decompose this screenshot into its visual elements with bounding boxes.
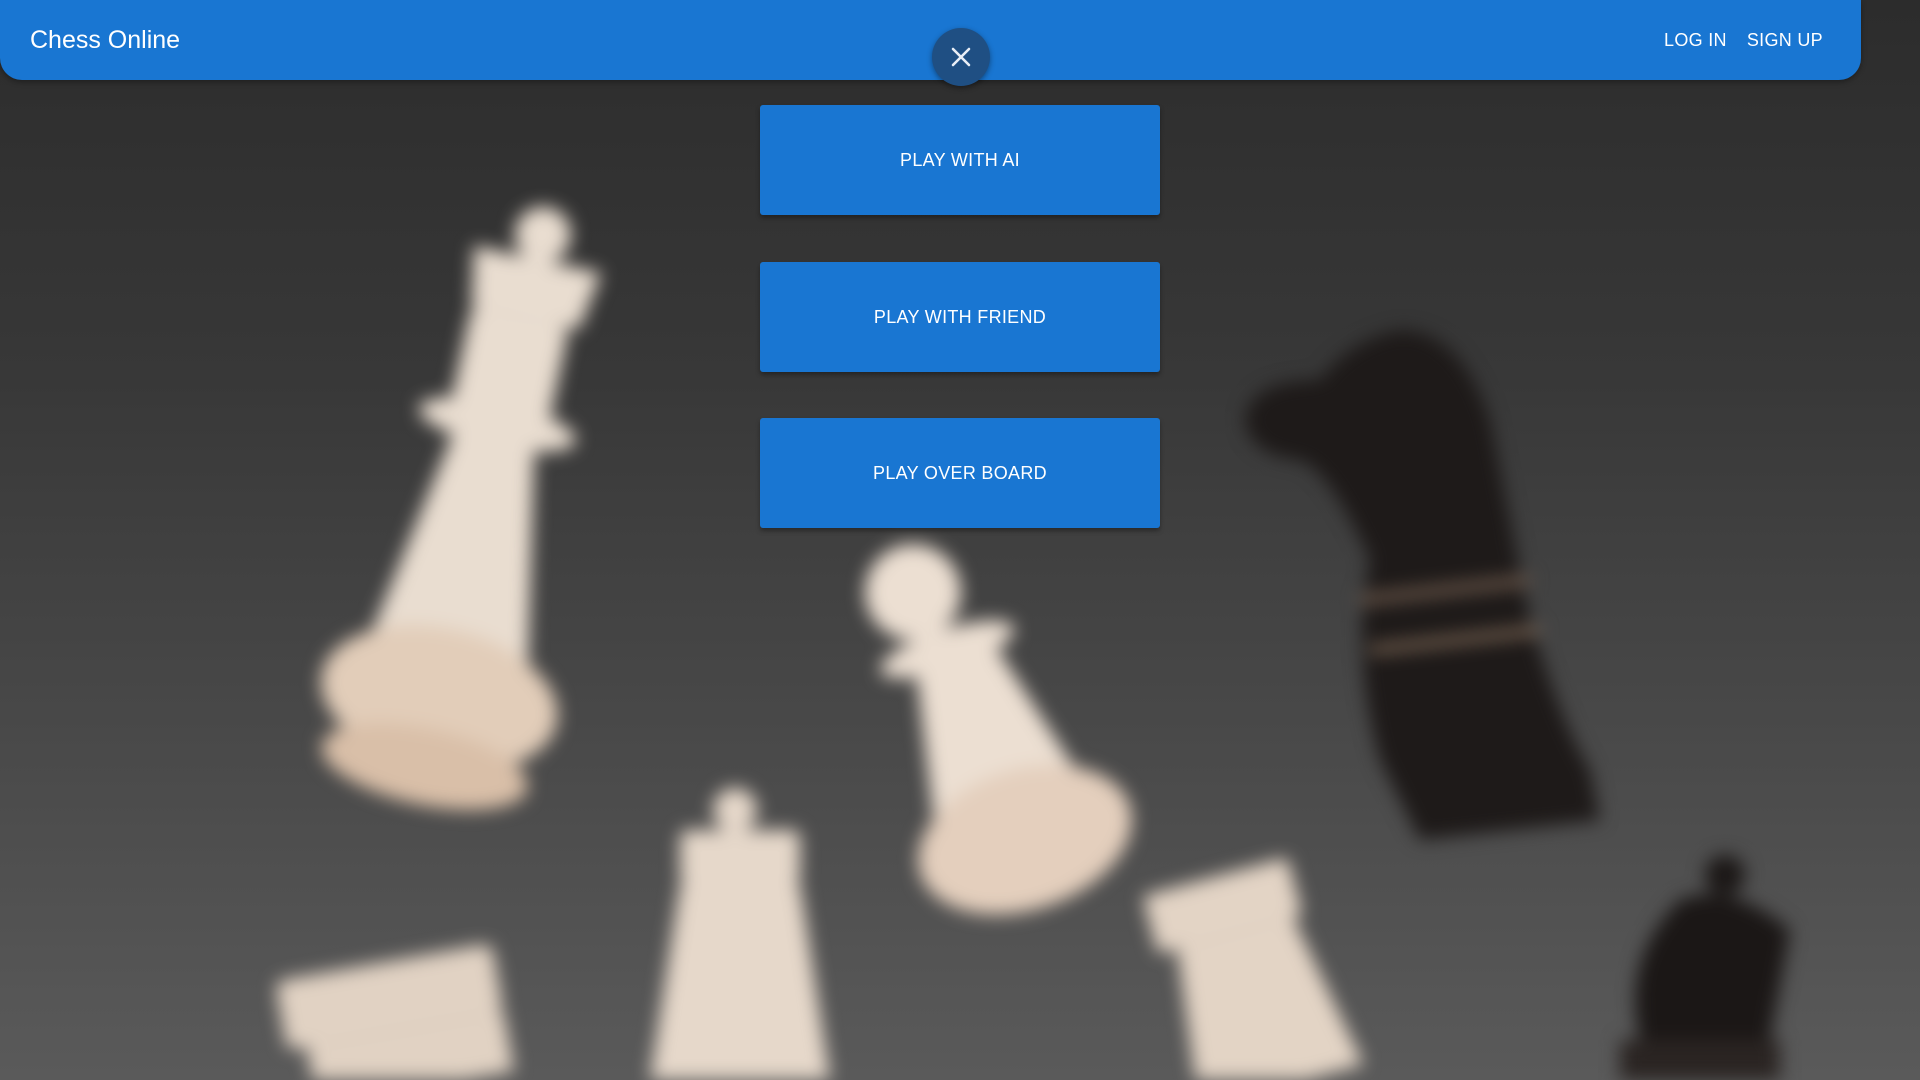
play-with-ai-button[interactable]: PLAY WITH AI xyxy=(760,105,1160,215)
white-queen-piece xyxy=(320,206,602,810)
white-king-piece xyxy=(650,788,830,1080)
nav-actions: LOG IN SIGN UP xyxy=(1664,0,1823,80)
white-pawn-piece xyxy=(864,544,1132,915)
black-bishop-piece xyxy=(1620,855,1790,1080)
white-rook-piece xyxy=(1143,858,1364,1080)
white-rook-piece-left xyxy=(276,944,515,1080)
close-menu-button[interactable] xyxy=(932,28,990,86)
app-bar: Chess Online LOG IN SIGN UP xyxy=(0,0,1861,80)
signup-button[interactable]: SIGN UP xyxy=(1747,26,1823,55)
black-knight-piece xyxy=(1245,330,1600,840)
app-title: Chess Online xyxy=(30,26,181,54)
play-with-friend-button[interactable]: PLAY WITH FRIEND xyxy=(760,262,1160,372)
login-button[interactable]: LOG IN xyxy=(1664,26,1727,55)
close-icon xyxy=(951,47,971,67)
play-over-board-button[interactable]: PLAY OVER BOARD xyxy=(760,418,1160,528)
